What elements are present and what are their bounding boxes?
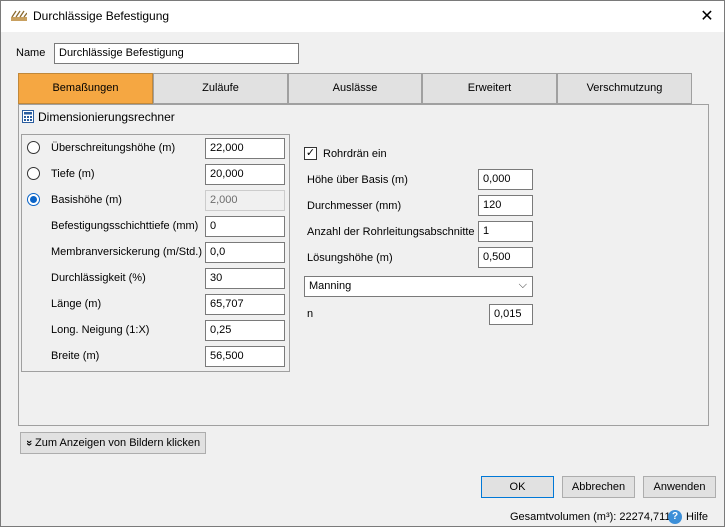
cancel-button[interactable]: Abbrechen	[562, 476, 635, 498]
name-label: Name	[16, 47, 46, 59]
rohrdran-checkbox[interactable]: ✓	[304, 147, 317, 160]
tab-auslasse[interactable]: Auslässe	[288, 73, 422, 104]
method-select[interactable]: Manning ⌵	[304, 276, 533, 297]
apply-button[interactable]: Anwenden	[643, 476, 716, 498]
hohe-basis-label: Höhe über Basis (m)	[307, 174, 408, 186]
membran-label: Membranversickerung (m/Std.)	[51, 246, 202, 258]
double-chevron-down-icon: »	[22, 439, 35, 447]
show-images-label: Zum Anzeigen von Bildern klicken	[35, 437, 201, 449]
tab-verschmutzung[interactable]: Verschmutzung	[557, 73, 692, 104]
schichttiefe-input[interactable]: 0	[205, 216, 285, 237]
help-icon[interactable]: ?	[668, 510, 682, 524]
tab-zulaufe[interactable]: Zuläufe	[153, 73, 288, 104]
title-bar: Durchlässige Befestigung ✕	[1, 1, 724, 32]
uberschreitungshohe-input[interactable]: 22,000	[205, 138, 285, 159]
hohe-basis-input[interactable]: 0,000	[478, 169, 533, 190]
calculator-label[interactable]: Dimensionierungsrechner	[38, 110, 175, 124]
neigung-input[interactable]: 0,25	[205, 320, 285, 341]
tab-erweitert[interactable]: Erweitert	[422, 73, 557, 104]
abschnitte-input[interactable]: 1	[478, 221, 533, 242]
durchlassigkeit-label: Durchlässigkeit (%)	[51, 272, 146, 284]
n-label: n	[307, 308, 314, 320]
close-button[interactable]: ✕	[690, 1, 724, 32]
name-input[interactable]: Durchlässige Befestigung	[54, 43, 299, 64]
pavement-icon	[11, 10, 27, 21]
tiefe-input[interactable]: 20,000	[205, 164, 285, 185]
basishohe-input: 2,000	[205, 190, 285, 211]
n-input[interactable]: 0,015	[489, 304, 533, 325]
uberschreitungshohe-label: Überschreitungshöhe (m)	[51, 142, 176, 154]
membran-input[interactable]: 0,0	[205, 242, 285, 263]
neigung-label: Long. Neigung (1:X)	[51, 324, 150, 336]
window-title: Durchlässige Befestigung	[33, 9, 170, 23]
close-icon: ✕	[700, 8, 714, 25]
radio-uberschreitungshohe[interactable]	[27, 141, 40, 154]
breite-label: Breite (m)	[51, 350, 100, 362]
total-volume-text: Gesamtvolumen (m³): 22274,711	[510, 511, 671, 523]
losungshohe-input[interactable]: 0,500	[478, 247, 533, 268]
losungshohe-label: Lösungshöhe (m)	[307, 252, 393, 264]
lange-label: Länge (m)	[51, 298, 102, 310]
method-selected-value: Manning	[309, 280, 352, 292]
chevron-down-icon: ⌵	[518, 279, 527, 291]
radio-basishohe[interactable]	[27, 193, 40, 206]
schichttiefe-label: Befestigungsschichttiefe (mm)	[51, 220, 199, 232]
show-images-button[interactable]: » Zum Anzeigen von Bildern klicken	[20, 432, 206, 454]
abschnitte-label: Anzahl der Rohrleitungsabschnitte	[307, 226, 475, 238]
rohrdran-label: Rohrdrän ein	[323, 148, 387, 160]
durchmesser-input[interactable]: 120	[478, 195, 533, 216]
breite-input[interactable]: 56,500	[205, 346, 285, 367]
tab-bemassungen[interactable]: Bemaßungen	[18, 73, 153, 104]
dialog-window: Durchlässige Befestigung ✕ Name Durchläs…	[0, 0, 725, 527]
ok-button[interactable]: OK	[481, 476, 554, 498]
basishohe-label: Basishöhe (m)	[51, 194, 122, 206]
calculator-icon[interactable]	[22, 110, 34, 123]
durchmesser-label: Durchmesser (mm)	[307, 200, 402, 212]
lange-input[interactable]: 65,707	[205, 294, 285, 315]
radio-tiefe[interactable]	[27, 167, 40, 180]
tiefe-label: Tiefe (m)	[51, 168, 95, 180]
help-link[interactable]: Hilfe	[686, 511, 708, 523]
durchlassigkeit-input[interactable]: 30	[205, 268, 285, 289]
